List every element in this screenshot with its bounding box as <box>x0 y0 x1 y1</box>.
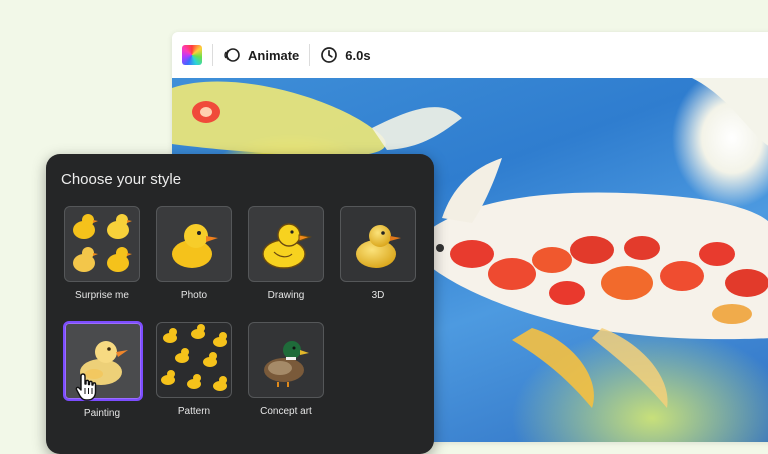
toolbar-divider <box>212 44 213 66</box>
color-palette-icon[interactable] <box>182 45 202 65</box>
duration-button[interactable]: 6.0s <box>320 46 371 64</box>
style-label: Painting <box>83 408 121 419</box>
style-option-photo[interactable]: Photo <box>156 206 232 301</box>
style-label: Surprise me <box>75 290 129 301</box>
style-label: Photo <box>180 290 208 301</box>
style-label: Concept art <box>260 406 312 417</box>
animate-icon <box>224 48 240 62</box>
style-option-surprise-me[interactable]: Surprise me <box>64 206 140 301</box>
3d-duck-icon <box>340 206 416 282</box>
animate-label: Animate <box>248 47 300 63</box>
clock-icon <box>321 47 338 63</box>
style-label: Drawing <box>267 290 305 301</box>
style-option-drawing[interactable]: Drawing <box>248 206 324 301</box>
style-label: Pattern <box>177 406 211 417</box>
style-option-painting[interactable]: Painting <box>63 321 143 419</box>
toolbar-divider <box>309 44 311 66</box>
duck-pattern-icon <box>156 322 232 398</box>
animate-button[interactable]: Animate <box>223 46 299 64</box>
toolbar: Animate 6.0s <box>172 32 768 78</box>
style-option-concept-art[interactable]: Concept art <box>248 322 324 417</box>
mallard-icon <box>248 322 324 398</box>
style-picker-panel: Choose your style Surprise me Photo Draw… <box>46 154 434 454</box>
duration-label: 6.0s <box>345 47 371 63</box>
drawn-duck-icon <box>248 206 324 282</box>
panel-title: Choose your style <box>61 171 182 188</box>
hand-pointer-icon <box>75 373 97 401</box>
style-label: 3D <box>371 290 385 301</box>
photo-duck-icon <box>156 206 232 282</box>
style-option-pattern[interactable]: Pattern <box>156 322 232 417</box>
style-option-3d[interactable]: 3D <box>340 206 416 301</box>
duck-collage-icon <box>64 206 140 282</box>
